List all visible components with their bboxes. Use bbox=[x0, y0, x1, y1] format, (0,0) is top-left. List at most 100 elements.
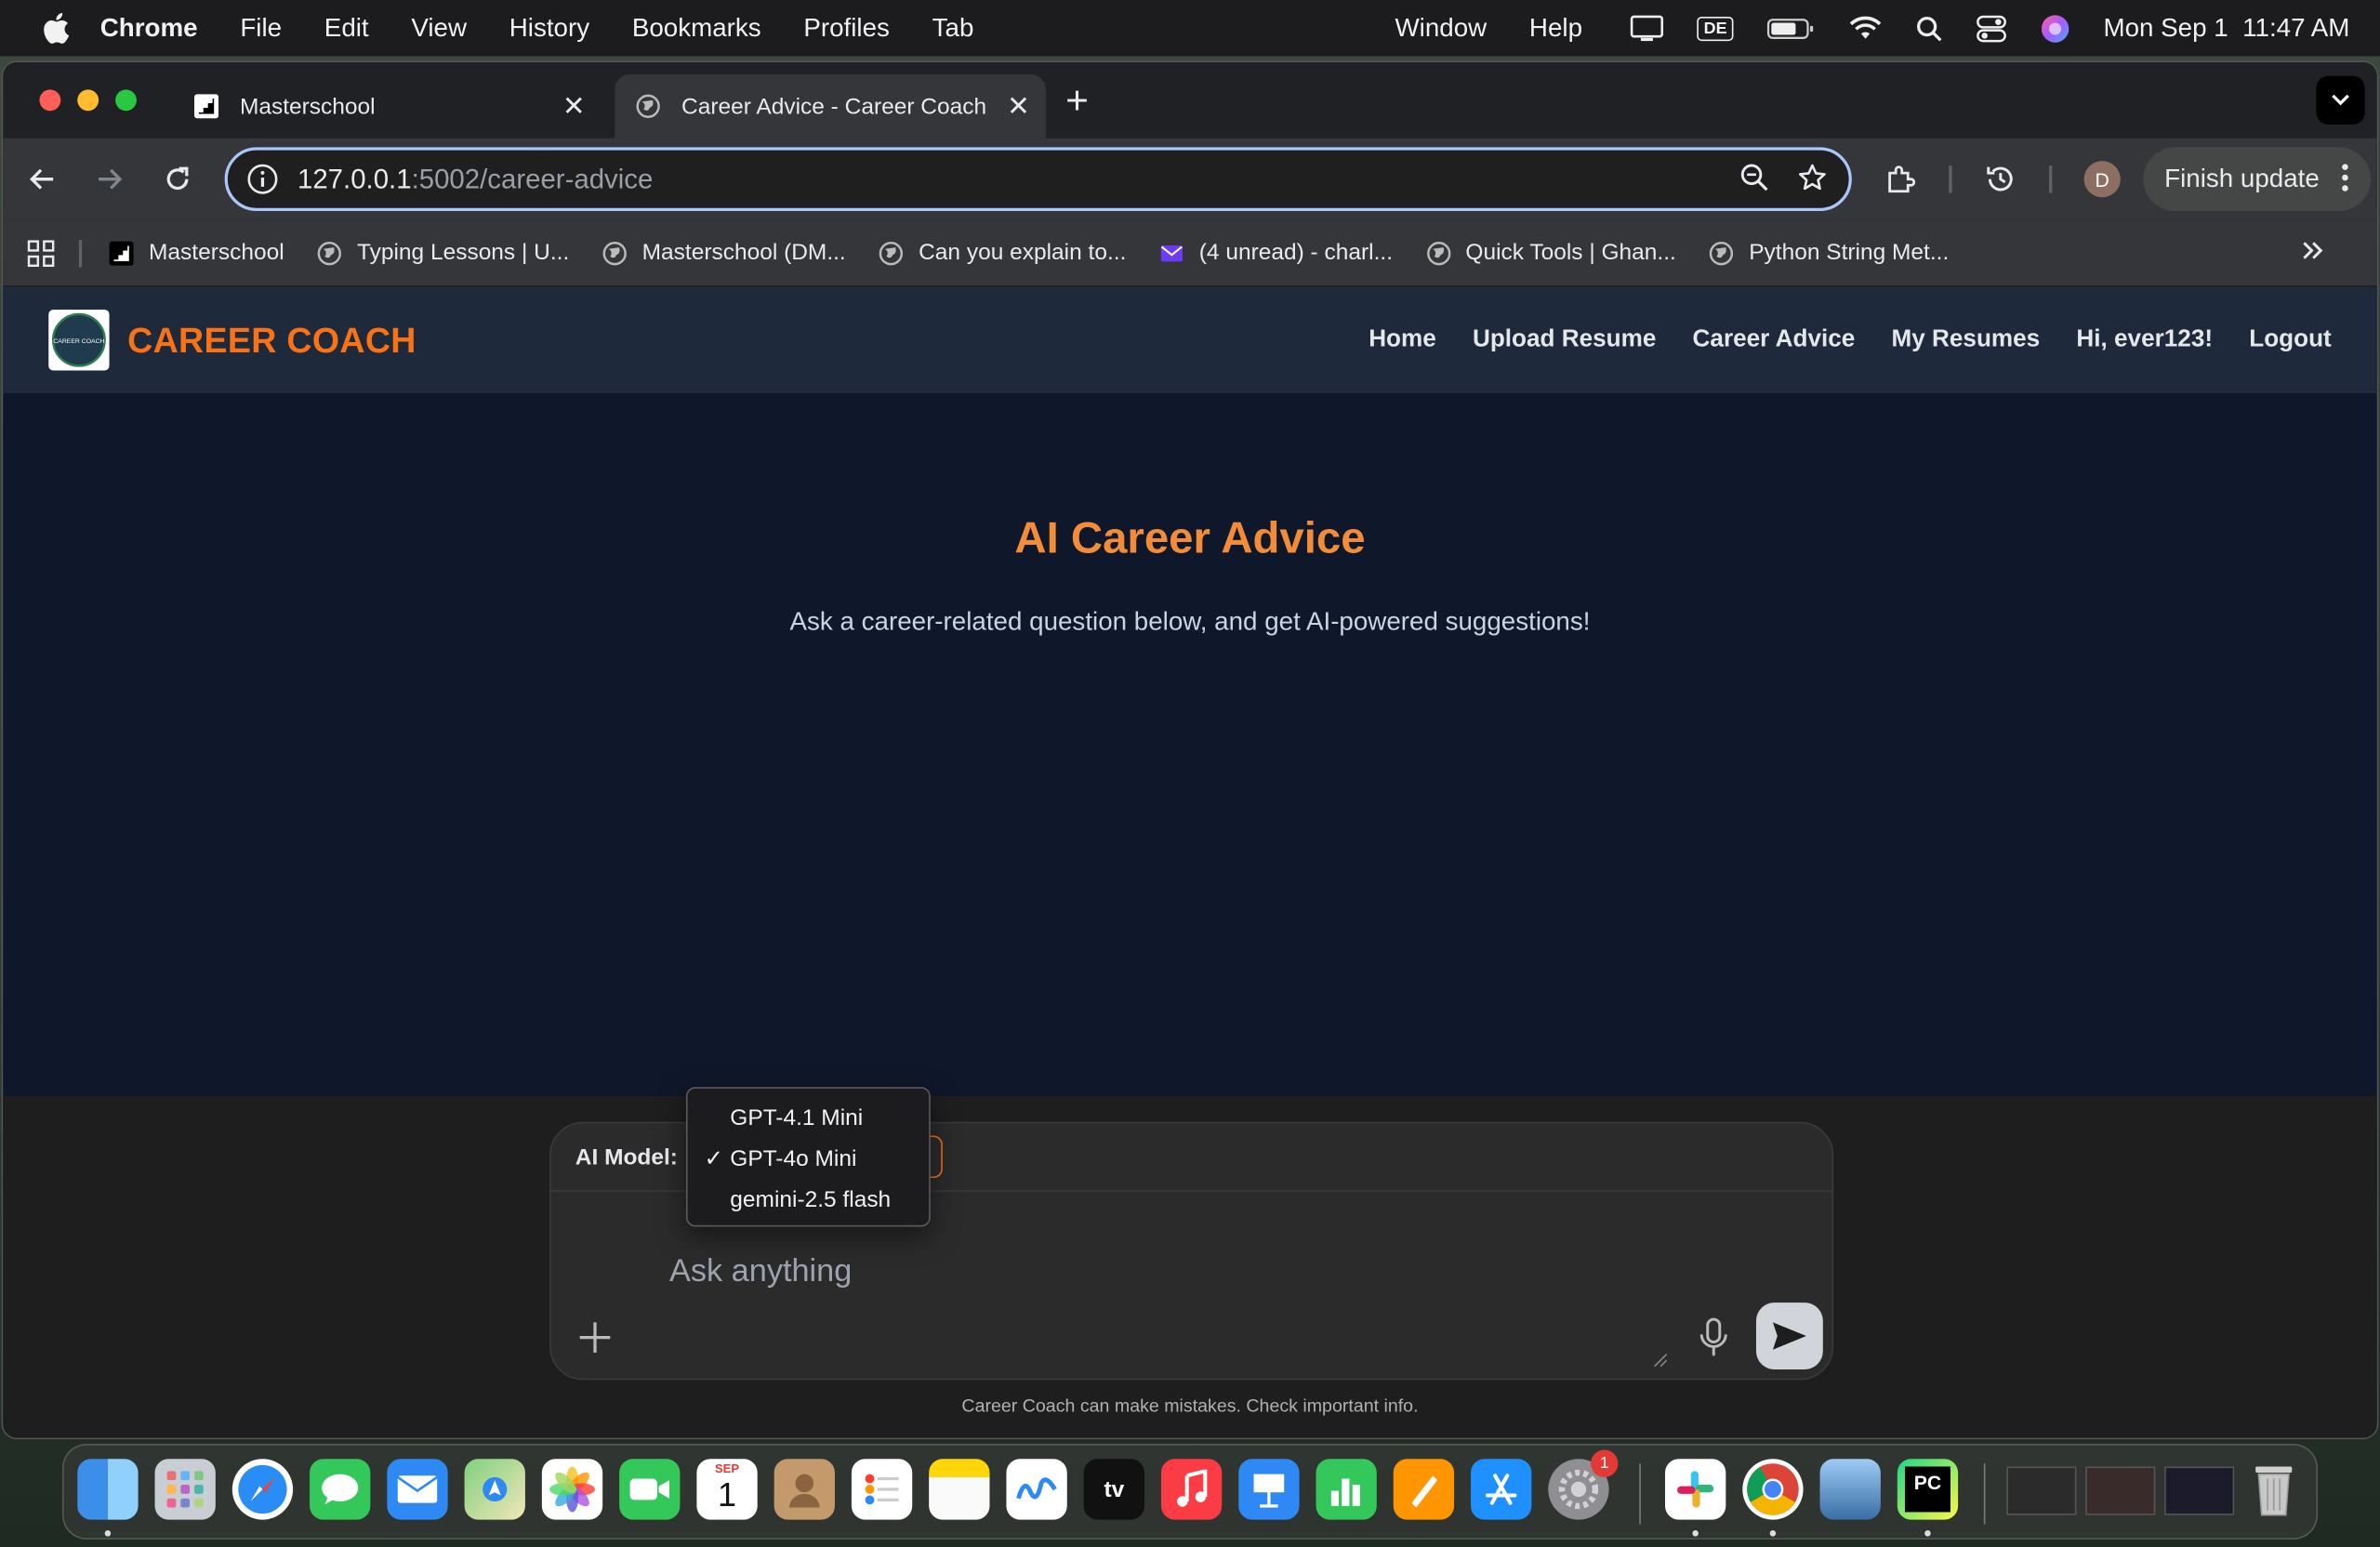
system-settings-icon[interactable]: 1 bbox=[1548, 1449, 1619, 1520]
bookmark-masterschool-dm[interactable]: Masterschool (DM... bbox=[602, 240, 846, 266]
menu-tab[interactable]: Tab bbox=[932, 13, 974, 44]
minimized-window-thumbnail[interactable] bbox=[2085, 1466, 2156, 1515]
menu-history[interactable]: History bbox=[509, 13, 589, 44]
more-bookmarks-icon[interactable] bbox=[2301, 240, 2325, 261]
photos-icon[interactable] bbox=[541, 1459, 603, 1520]
menubar-clock[interactable]: Mon Sep 1 11:47 AM bbox=[2103, 13, 2349, 44]
display-icon[interactable] bbox=[1631, 14, 1664, 42]
send-button[interactable] bbox=[1755, 1302, 1823, 1369]
minimized-window-thumbnail[interactable] bbox=[2006, 1466, 2077, 1515]
bookmark-masterschool[interactable]: Masterschool bbox=[109, 240, 284, 266]
apple-tv-icon[interactable]: tv bbox=[1083, 1459, 1145, 1520]
bookmark-star-icon[interactable] bbox=[1797, 163, 1828, 201]
tab-search-button[interactable] bbox=[2316, 75, 2365, 125]
minimized-window-thumbnail[interactable] bbox=[2164, 1466, 2235, 1515]
dock-separator bbox=[1983, 1463, 1986, 1525]
bookmark-typing-lessons[interactable]: Typing Lessons | U... bbox=[317, 240, 569, 266]
page-title: AI Career Advice bbox=[1014, 514, 1366, 563]
control-center-icon[interactable] bbox=[1976, 14, 2006, 42]
bookmark-can-you-explain[interactable]: Can you explain to... bbox=[879, 240, 1126, 266]
wifi-icon[interactable] bbox=[1848, 15, 1882, 41]
add-attachment-icon[interactable] bbox=[575, 1317, 615, 1356]
address-bar[interactable]: 127.0.0.1:5002/career-advice bbox=[224, 147, 1852, 211]
extensions-icon[interactable] bbox=[1882, 161, 1918, 197]
chrome-icon[interactable] bbox=[1742, 1459, 1804, 1520]
menu-edit[interactable]: Edit bbox=[324, 13, 369, 44]
bookmark-quick-tools[interactable]: Quick Tools | Ghan... bbox=[1426, 240, 1676, 266]
notes-icon[interactable] bbox=[929, 1459, 990, 1520]
maps-icon[interactable] bbox=[464, 1459, 525, 1520]
safari-icon[interactable] bbox=[231, 1459, 294, 1520]
reload-button[interactable] bbox=[159, 161, 195, 197]
microphone-icon[interactable] bbox=[1697, 1316, 1730, 1359]
chat-input-area: AI Model: Ask anything Career Coach can … bbox=[3, 1096, 2377, 1438]
app-store-icon[interactable] bbox=[1471, 1459, 1532, 1520]
tab-career-advice[interactable]: Career Advice - Career Coach ✕ bbox=[615, 74, 1046, 139]
calendar-icon[interactable]: SEP 1 bbox=[696, 1459, 758, 1520]
kebab-menu-icon[interactable] bbox=[2341, 163, 2350, 201]
nav-my-resumes[interactable]: My Resumes bbox=[1891, 326, 2040, 353]
keyboard-layout-indicator[interactable]: DE bbox=[1698, 16, 1734, 41]
nav-logout[interactable]: Logout bbox=[2249, 326, 2331, 353]
apps-grid-icon[interactable] bbox=[27, 239, 55, 267]
bookmark-python-string[interactable]: Python String Met... bbox=[1710, 240, 1949, 266]
menu-app-name[interactable]: Chrome bbox=[100, 13, 198, 44]
pycharm-icon[interactable]: PC bbox=[1897, 1459, 1959, 1520]
battery-icon[interactable] bbox=[1766, 16, 1815, 40]
textarea-resize-handle[interactable] bbox=[1653, 1348, 1668, 1368]
finish-update-button[interactable]: Finish update bbox=[2143, 147, 2372, 211]
pages-icon[interactable] bbox=[1393, 1459, 1455, 1520]
site-info-icon[interactable] bbox=[245, 163, 279, 196]
nav-career-advice[interactable]: Career Advice bbox=[1693, 326, 1856, 353]
music-icon[interactable] bbox=[1160, 1459, 1223, 1520]
close-tab-icon[interactable]: ✕ bbox=[556, 90, 592, 122]
zoom-icon[interactable] bbox=[1739, 163, 1770, 201]
menu-profiles[interactable]: Profiles bbox=[803, 13, 890, 44]
spotlight-search-icon[interactable] bbox=[1915, 15, 1942, 42]
finder-icon[interactable] bbox=[77, 1459, 139, 1520]
finish-update-label: Finish update bbox=[2164, 164, 2320, 193]
keynote-icon[interactable] bbox=[1238, 1459, 1300, 1520]
profile-avatar[interactable]: D bbox=[2083, 161, 2121, 198]
apple-menu-icon[interactable] bbox=[39, 11, 73, 45]
messages-icon[interactable] bbox=[310, 1459, 371, 1520]
zoom-window-button[interactable] bbox=[115, 89, 137, 112]
model-option-gemini-2-5-flash[interactable]: gemini-2.5 flash bbox=[688, 1180, 930, 1221]
minimize-window-button[interactable] bbox=[77, 89, 99, 112]
running-indicator bbox=[1692, 1530, 1699, 1537]
bookmark-unread-mail[interactable]: (4 unread) - charl... bbox=[1159, 240, 1393, 266]
forward-button[interactable] bbox=[91, 161, 127, 197]
siri-icon[interactable] bbox=[2040, 13, 2070, 44]
model-option-gpt-4-1-mini[interactable]: GPT-4.1 Mini bbox=[688, 1098, 930, 1139]
career-coach-logo[interactable]: CAREER COACH bbox=[48, 310, 110, 371]
freeform-icon[interactable] bbox=[1006, 1459, 1067, 1520]
option-label: GPT-4o Mini bbox=[730, 1145, 857, 1172]
mail-app-icon[interactable] bbox=[387, 1459, 448, 1520]
menu-file[interactable]: File bbox=[240, 13, 282, 44]
globe-icon bbox=[602, 241, 627, 265]
reminders-icon[interactable] bbox=[851, 1459, 913, 1520]
brand-name[interactable]: CAREER COACH bbox=[127, 321, 416, 362]
menu-bookmarks[interactable]: Bookmarks bbox=[632, 13, 761, 44]
close-tab-icon[interactable]: ✕ bbox=[1000, 90, 1037, 122]
slack-icon[interactable] bbox=[1665, 1459, 1726, 1520]
numbers-icon[interactable] bbox=[1316, 1459, 1377, 1520]
close-window-button[interactable] bbox=[39, 89, 61, 112]
nav-home[interactable]: Home bbox=[1368, 326, 1436, 353]
model-option-gpt-4o-mini[interactable]: ✓ GPT-4o Mini bbox=[688, 1139, 930, 1180]
nav-upload-resume[interactable]: Upload Resume bbox=[1473, 326, 1656, 353]
trash-icon[interactable] bbox=[2243, 1459, 2304, 1519]
menu-help[interactable]: Help bbox=[1529, 13, 1582, 44]
preview-icon[interactable] bbox=[1819, 1459, 1881, 1520]
facetime-icon[interactable] bbox=[619, 1459, 681, 1520]
menu-window[interactable]: Window bbox=[1395, 13, 1487, 44]
notification-badge: 1 bbox=[1591, 1449, 1619, 1477]
new-tab-button[interactable]: + bbox=[1065, 81, 1089, 120]
history-icon[interactable] bbox=[1982, 161, 2018, 197]
tab-masterschool[interactable]: Masterschool ✕ bbox=[173, 74, 601, 139]
prompt-input[interactable]: Ask anything bbox=[669, 1254, 852, 1290]
menu-view[interactable]: View bbox=[411, 13, 467, 44]
launchpad-icon[interactable] bbox=[154, 1459, 216, 1520]
contacts-icon[interactable] bbox=[774, 1459, 835, 1520]
back-button[interactable] bbox=[24, 161, 60, 197]
